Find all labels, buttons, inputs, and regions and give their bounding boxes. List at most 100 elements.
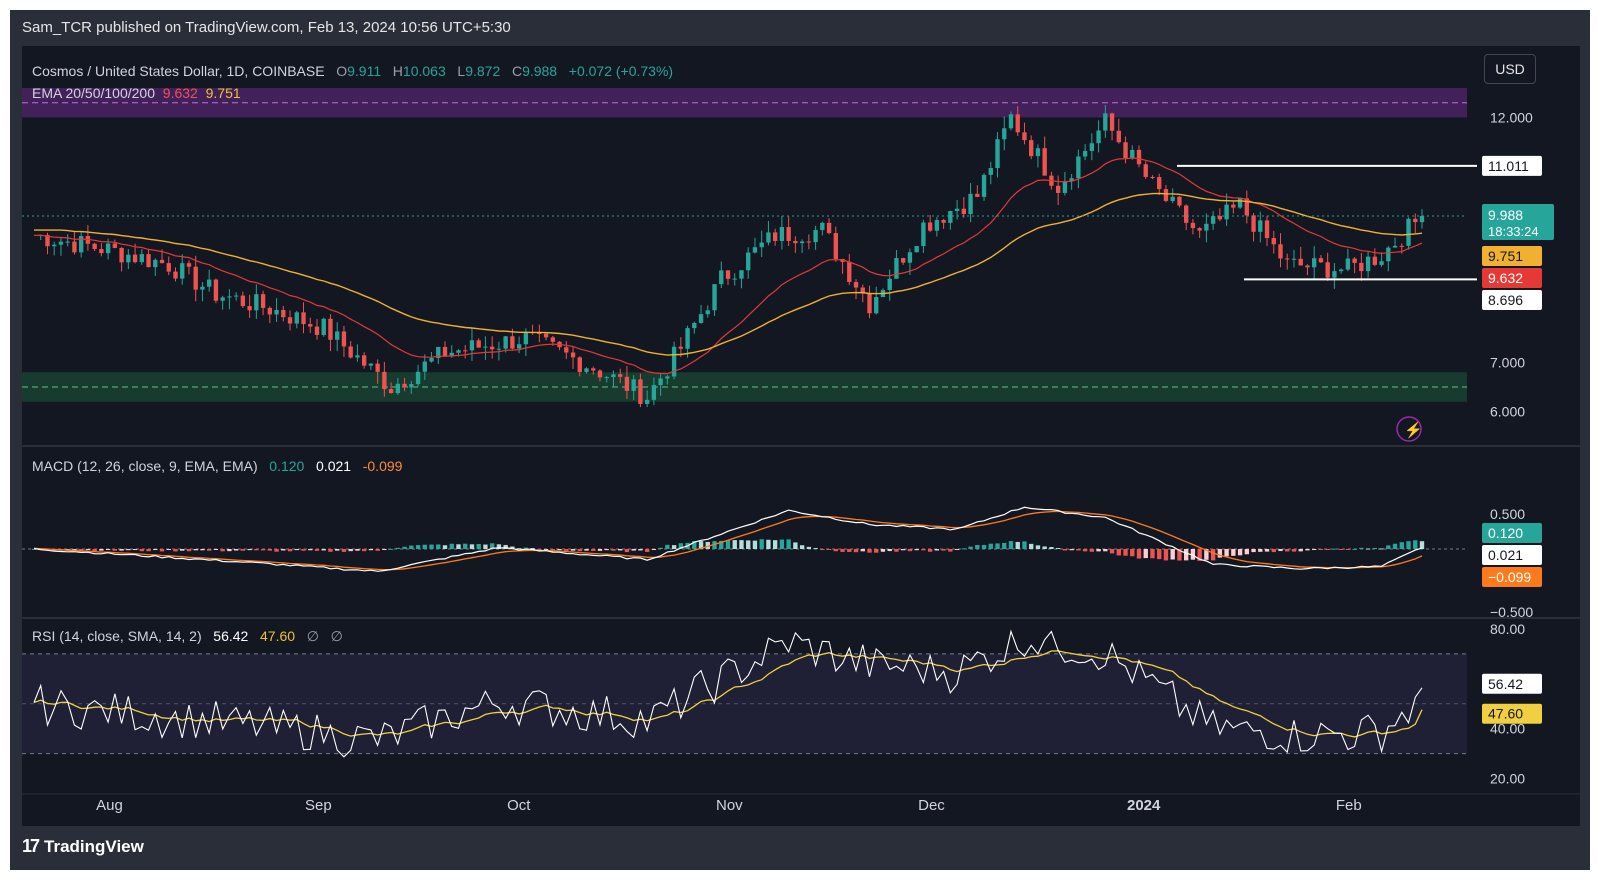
macd-hist-bar (907, 549, 913, 552)
macd-hist-bar (1237, 549, 1243, 556)
macd-hist-bar (1089, 549, 1095, 552)
macd-hist-bar (1224, 549, 1229, 557)
candle-body (739, 270, 744, 279)
candle-body (712, 284, 717, 311)
candle-body (213, 279, 219, 301)
candle-body (1359, 262, 1364, 272)
candle-body (752, 247, 758, 253)
macd-hist-bar (786, 539, 791, 549)
macd-hist-bar (463, 543, 468, 549)
macd-hist-bar (1062, 549, 1068, 551)
candle-body (1406, 218, 1411, 246)
ema-legend[interactable]: EMA 20/50/100/200 9.632 9.751 (32, 85, 241, 101)
macd-hist-bar (200, 549, 205, 551)
candle-body (543, 333, 549, 338)
candle-body (1103, 113, 1108, 131)
rsi-value: 56.42 (213, 628, 249, 644)
macd-hist-bar (766, 539, 771, 549)
macd-hist-bar (1406, 541, 1411, 549)
candle-body (799, 241, 805, 244)
rsi-sma-tag: 47.60 (1488, 706, 1523, 722)
macd-hist-bar (476, 543, 481, 549)
macd-hist-bar (442, 545, 448, 549)
macd-hist-bar (402, 546, 407, 549)
candle-body (732, 278, 737, 280)
candle-body (267, 307, 273, 315)
candle-body (624, 376, 630, 391)
macd-hist-bar (1345, 549, 1351, 550)
macd-hist-bar (847, 549, 852, 552)
lightning-icon-glyph: ⚡ (1404, 421, 1423, 439)
high-value: 10.063 (402, 63, 446, 79)
macd-hist-bar (793, 542, 798, 549)
candle-body (308, 324, 313, 327)
rsi-tag: 56.42 (1488, 676, 1523, 692)
macd-hist-bar (119, 549, 124, 551)
macd-hist-bar (820, 549, 825, 550)
macd-hist-bar (1372, 547, 1378, 549)
macd-hist-bar (1008, 541, 1014, 549)
candle-body (65, 241, 70, 243)
candle-body (523, 332, 529, 345)
candle-body (570, 352, 576, 358)
macd-hist-bar (981, 544, 987, 549)
candle-body (887, 278, 892, 291)
macd-hist-bar (1231, 549, 1236, 556)
tradingview-logo[interactable]: 17 TradingView (22, 836, 144, 857)
macd-hist-bar (813, 548, 818, 550)
macd-hist-bar (564, 549, 569, 551)
candle-body (1055, 185, 1061, 193)
candle-body (927, 222, 933, 231)
macd-hist-bar (604, 549, 609, 551)
macd-hist-tag: 0.120 (1488, 525, 1523, 541)
candle-body (907, 252, 913, 263)
candle-body (146, 254, 151, 268)
chart-svg[interactable]: 12.0007.0006.0000.500−0.50080.0040.0020.… (22, 46, 1580, 826)
candle-body (901, 258, 906, 263)
candle-body (139, 254, 144, 263)
macd-hist-bar (335, 549, 340, 551)
macd-hist-bar (240, 549, 246, 551)
macd-hist-bar (281, 549, 286, 551)
macd-hist-bar (927, 549, 933, 552)
macd-hist-bar (146, 549, 151, 552)
macd-hist-bar (294, 549, 299, 551)
candle-body (746, 252, 751, 271)
candle-body (489, 346, 495, 350)
candle-body (1035, 148, 1041, 157)
macd-hist-bar (1285, 549, 1290, 552)
candle-body (1224, 204, 1229, 220)
candle-body (1372, 256, 1378, 265)
candle-body (806, 241, 812, 243)
candle-body (415, 371, 421, 385)
macd-layer (22, 506, 1467, 572)
macd-legend[interactable]: MACD (12, 26, close, 9, EMA, EMA) 0.120 … (32, 458, 402, 474)
candle-body (516, 344, 522, 349)
chart-area[interactable]: 12.000 7.000 6.000 0.500 −0.500 80.00 40.00 20.… (22, 46, 1580, 826)
candle-body (1305, 265, 1310, 268)
last-price-tag: 9.988 (1488, 207, 1523, 223)
macd-hist-bar (220, 549, 225, 552)
candle-body (1271, 238, 1276, 245)
candle-body (220, 297, 225, 301)
macd-hist-bar (1359, 547, 1364, 549)
macd-hist-bar (887, 549, 892, 552)
candle-body (1183, 205, 1189, 223)
candle-body (591, 368, 596, 371)
macd-hist-bar (1049, 547, 1054, 549)
macd-hist-bar (1042, 546, 1047, 549)
macd-hist-bar (1325, 549, 1330, 551)
symbol-name: Cosmos / United States Dollar, 1D, COINB… (32, 63, 325, 79)
rsi-legend[interactable]: RSI (14, close, SMA, 14, 2) 56.42 47.60 … (32, 628, 343, 645)
candle-body (1258, 220, 1263, 232)
footer-bar: 17 TradingView (10, 826, 1590, 870)
candle-body (1392, 245, 1398, 248)
macd-hist-bar (166, 549, 171, 551)
macd-hist-bar (341, 549, 347, 552)
macd-hist-bar (409, 545, 414, 549)
macd-hist-bar (631, 549, 636, 551)
candle-body (294, 312, 299, 324)
currency-button[interactable]: USD (1484, 54, 1536, 84)
rsi-extra2: ∅ (330, 628, 343, 644)
macd-tick: −0.500 (1490, 604, 1533, 620)
